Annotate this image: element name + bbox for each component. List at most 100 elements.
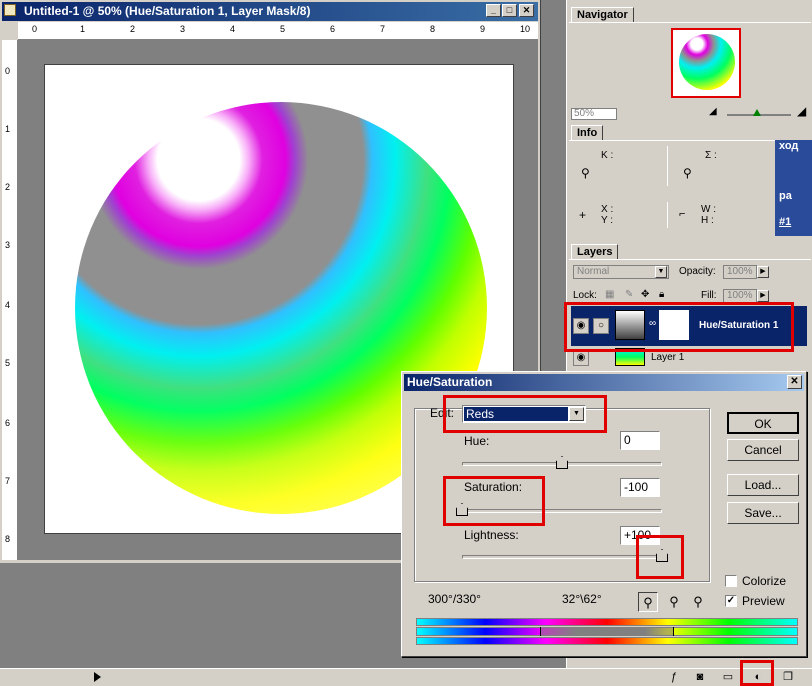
background-window-strip[interactable]: ход ра #1 <box>775 140 812 236</box>
ruler-top-tick: 3 <box>180 24 186 34</box>
eyedropper-plus-icon[interactable]: ⚲ <box>664 592 684 612</box>
preview-label: Preview <box>742 594 785 608</box>
tab-navigator[interactable]: Navigator <box>571 7 634 23</box>
play-icon[interactable] <box>94 672 101 682</box>
tab-layers[interactable]: Layers <box>571 244 619 260</box>
save-button[interactable]: Save... <box>727 502 799 524</box>
ruler-left-tick: 1 <box>5 124 11 134</box>
chevron-down-icon[interactable]: ▼ <box>655 266 667 278</box>
opacity-arrow-icon[interactable]: ▶ <box>757 266 769 278</box>
dialog-title: Hue/Saturation <box>407 375 493 389</box>
layer-name: Hue/Saturation 1 <box>699 320 779 331</box>
document-title-bar[interactable]: Untitled-1 @ 50% (Hue/Saturation 1, Laye… <box>2 2 538 21</box>
navigator-zoom-slider-thumb[interactable] <box>753 109 761 116</box>
preview-checkbox[interactable]: ✓ <box>725 595 737 607</box>
eyedropper-icon: ⚲ <box>683 166 692 180</box>
blend-mode-value: Normal <box>577 266 610 277</box>
lock-brush-icon[interactable]: ✎ <box>625 289 633 300</box>
colorize-label: Colorize <box>742 574 787 588</box>
lock-move-icon[interactable]: ✥ <box>641 289 649 300</box>
chevron-down-icon[interactable]: ▼ <box>569 407 584 421</box>
ruler-left-tick: 6 <box>5 418 11 428</box>
hue-input[interactable]: 0 <box>620 431 660 450</box>
background-window-text: ход <box>779 140 799 152</box>
color-range-bars <box>416 618 798 646</box>
edit-select[interactable]: Reds ▼ <box>462 405 586 423</box>
layer-style-icon[interactable]: ƒ <box>666 670 682 685</box>
eyedropper-icon: ⚲ <box>581 166 590 180</box>
info-sigma-label: Σ : <box>705 150 717 161</box>
dialog-close-button[interactable]: ✕ <box>787 375 802 389</box>
zoom-in-icon[interactable]: ◢ <box>797 104 806 118</box>
range-right-readout: 32°\62° <box>562 592 602 606</box>
add-mask-icon[interactable]: ◙ <box>692 670 708 685</box>
eye-icon[interactable]: ◉ <box>573 350 589 366</box>
new-layer-icon[interactable]: ❐ <box>780 670 796 685</box>
eye-icon[interactable]: ◉ <box>573 318 589 334</box>
eyedropper-minus-icon[interactable]: ⚲ <box>688 592 708 612</box>
ruler-top-tick: 7 <box>380 24 386 34</box>
hue-saturation-dialog: Hue/Saturation ✕ Edit: Reds ▼ Hue: 0 Sat… <box>401 371 807 657</box>
document-icon[interactable] <box>4 4 16 16</box>
hue-label: Hue: <box>464 434 490 448</box>
maximize-button[interactable]: □ <box>502 4 517 17</box>
cancel-button[interactable]: Cancel <box>727 439 799 461</box>
new-adjustment-layer-icon[interactable]: ◐ <box>750 670 766 685</box>
lock-transparency-icon[interactable]: ▦ <box>605 289 614 300</box>
close-button[interactable]: ✕ <box>519 4 534 17</box>
lock-all-icon[interactable]: 🔒︎ <box>659 289 664 300</box>
lightness-input[interactable]: +100 <box>620 526 660 545</box>
edit-label: Edit: <box>430 406 455 420</box>
dialog-title-bar[interactable]: Hue/Saturation ✕ <box>404 374 804 391</box>
ruler-top-tick: 5 <box>280 24 286 34</box>
load-button[interactable]: Load... <box>727 474 799 496</box>
range-slider[interactable] <box>540 627 674 636</box>
navigator-thumbnail[interactable] <box>671 28 741 98</box>
saturation-input[interactable]: -100 <box>620 478 660 497</box>
fill-field[interactable]: 100% <box>723 289 757 303</box>
layer-mask-thumbnail[interactable] <box>659 310 689 340</box>
info-divider <box>667 202 668 228</box>
saturation-slider[interactable] <box>462 509 662 513</box>
fill-label: Fill: <box>701 290 717 301</box>
eyedropper-icon[interactable]: ⚲ <box>638 592 658 612</box>
info-divider <box>667 146 668 186</box>
ruler-top-tick: 8 <box>430 24 436 34</box>
background-window-text: ра <box>779 190 792 202</box>
chain-link-icon[interactable]: ∞ <box>649 318 656 329</box>
opacity-label: Opacity: <box>679 266 716 277</box>
new-group-icon[interactable]: ▭ <box>720 670 736 685</box>
ruler-top-tick: 2 <box>130 24 136 34</box>
layer-mask-link-icon[interactable]: ○ <box>593 318 609 334</box>
layer-row-layer-1[interactable]: ◉ Layer 1 <box>571 348 807 368</box>
ruler-top-tick: 4 <box>230 24 236 34</box>
background-window-text: #1 <box>779 216 792 228</box>
opacity-field[interactable]: 100% <box>723 265 757 279</box>
tab-info[interactable]: Info <box>571 125 604 141</box>
ruler-left-tick: 5 <box>5 358 11 368</box>
ok-button[interactable]: OK <box>727 412 799 434</box>
adjustment-layer-icon[interactable] <box>615 310 645 340</box>
ruler-left-tick: 3 <box>5 240 11 250</box>
info-k-label: K : <box>601 150 614 161</box>
minimize-button[interactable]: _ <box>486 4 501 17</box>
ruler-left[interactable]: 0 1 2 3 4 5 6 7 8 <box>2 40 18 560</box>
ruler-left-tick: 4 <box>5 300 11 310</box>
lightness-slider[interactable] <box>462 555 662 559</box>
layer-thumbnail[interactable] <box>615 348 645 366</box>
navigator-zoom-field[interactable]: 50% <box>571 108 617 120</box>
bottom-toolbar: ƒ ◙ ▭ ◐ ❐ <box>0 668 812 686</box>
fill-arrow-icon[interactable]: ▶ <box>757 290 769 302</box>
colorize-checkbox[interactable] <box>725 575 737 587</box>
input-color-bar <box>416 618 798 626</box>
ruler-left-tick: 8 <box>5 534 11 544</box>
selection-size-icon: ⌐ <box>679 208 686 220</box>
ruler-top-tick: 0 <box>32 24 38 34</box>
ruler-top[interactable]: 0 1 2 3 4 5 6 7 8 9 10 <box>18 22 538 40</box>
zoom-out-icon[interactable]: ◢ <box>709 106 717 117</box>
lightness-label: Lightness: <box>464 528 519 542</box>
ruler-left-tick: 2 <box>5 182 11 192</box>
info-h-label: H : <box>701 215 714 226</box>
layer-row-hue-saturation[interactable]: ◉ ○ ∞ Hue/Saturation 1 <box>571 306 807 346</box>
info-x-label: X : <box>601 204 614 215</box>
